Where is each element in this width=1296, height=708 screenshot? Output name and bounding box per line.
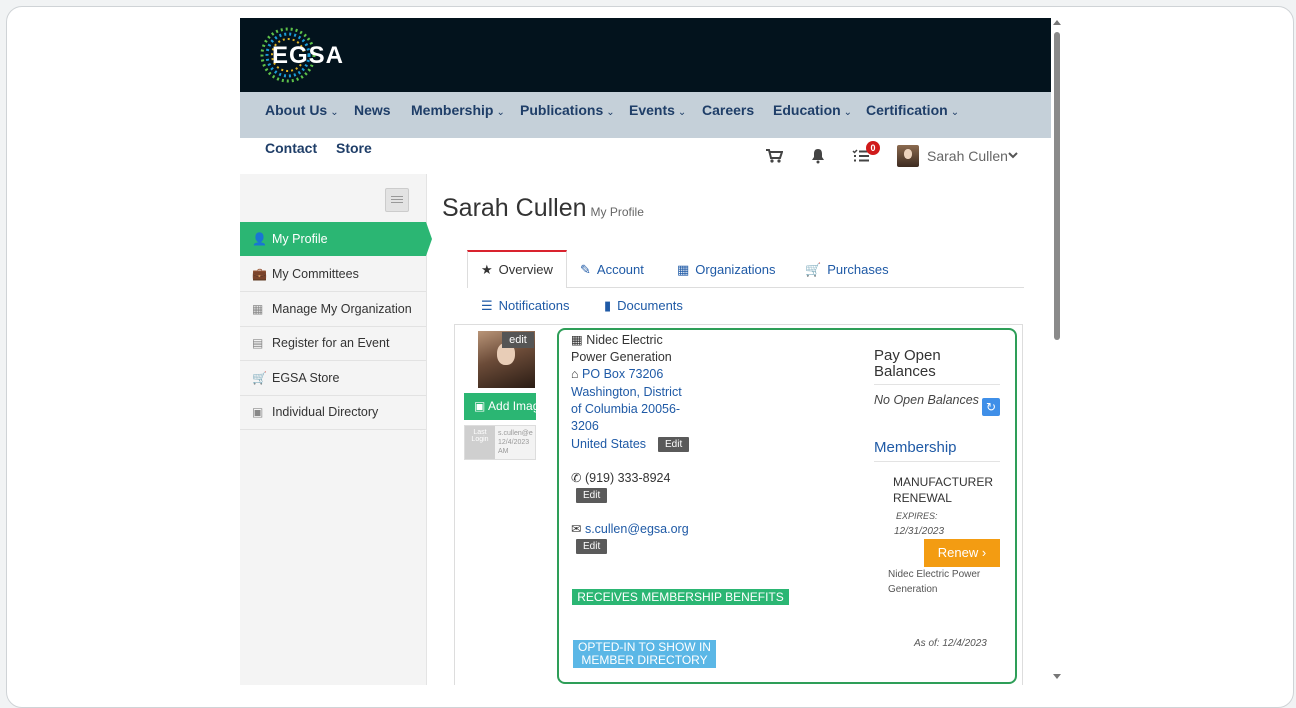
membership-organization: Nidec Electric Power Generation — [888, 569, 981, 595]
photo-edit-button[interactable]: edit — [502, 332, 534, 348]
phone-icon: ✆ — [571, 471, 585, 485]
add-image-button[interactable]: ▣ Add Image — [464, 393, 536, 420]
scroll-down-arrow-icon[interactable] — [1053, 674, 1061, 679]
chevron-right-icon: › — [981, 545, 987, 560]
documents-icon: ▮ — [604, 298, 612, 313]
sidebar-item-my-profile[interactable]: 👤 My Profile — [240, 222, 426, 256]
calendar-icon: ▤ — [252, 336, 264, 350]
refresh-icon[interactable]: ↻ — [982, 398, 1000, 416]
page-title: Sarah Cullen My Profile — [442, 194, 644, 222]
sidebar-item-individual-directory[interactable]: ▣ Individual Directory — [240, 395, 426, 430]
membership-title: Membership — [874, 439, 957, 456]
site-viewport: EGSA About Us ⌄ News Membership ⌄ Publicat… — [240, 18, 1051, 685]
nav-membership[interactable]: Membership ⌄ — [411, 102, 505, 118]
bell-icon[interactable] — [811, 148, 825, 164]
building-icon: ▦ — [677, 262, 690, 277]
cart-icon: 🛒 — [805, 262, 822, 277]
last-login-label: Last Login — [465, 426, 495, 459]
sidebar: 👤 My Profile 💼 My Committees ▦ Manage My… — [240, 174, 427, 685]
building-icon: ▦ — [571, 333, 587, 347]
tab-notifications[interactable]: ☰ Notifications — [481, 298, 569, 314]
edit-email-button[interactable]: Edit — [576, 539, 608, 554]
chevron-down-icon: ⌄ — [677, 107, 687, 118]
scrollbar-thumb[interactable] — [1054, 32, 1060, 340]
tab-purchases[interactable]: 🛒 Purchases — [805, 262, 889, 278]
address-country[interactable]: United States — [571, 436, 646, 453]
pay-open-balances-title: Pay Open Balances — [874, 347, 941, 380]
edit-icon: ✎ — [580, 262, 591, 277]
directory-opt-in-badge: OPTED-IN TO SHOW IN MEMBER DIRECTORY — [573, 640, 716, 668]
sidebar-item-register-event[interactable]: ▤ Register for an Event — [240, 326, 426, 361]
page-subtitle: My Profile — [590, 205, 644, 219]
list-icon: ☰ — [481, 298, 493, 313]
nav-publications[interactable]: Publications ⌄ — [520, 102, 615, 118]
sidebar-toggle-menu-icon[interactable] — [385, 188, 409, 212]
nav-events[interactable]: Events ⌄ — [629, 102, 686, 118]
chevron-down-icon: ⌄ — [843, 107, 853, 118]
tab-overview[interactable]: ★ Overview — [467, 250, 567, 288]
page-scrollbar[interactable] — [1050, 18, 1064, 685]
image-icon: ▣ — [474, 399, 489, 413]
sidebar-item-egsa-store[interactable]: 🛒 EGSA Store — [240, 361, 426, 396]
organization-name: ▦ Nidec Electric — [571, 333, 663, 347]
open-balances-status: No Open Balances — [874, 393, 979, 407]
nav-certification[interactable]: Certification ⌄ — [866, 102, 959, 118]
nav-store[interactable]: Store — [336, 140, 372, 156]
envelope-icon: ✉ — [571, 522, 585, 536]
organization-name-line2: Power Generation — [571, 350, 672, 364]
chevron-down-icon: ⌄ — [950, 107, 960, 118]
chevron-down-icon: ⌄ — [606, 107, 615, 118]
last-login-box: Last Login s.cullen@e 12/4/2023 AM — [464, 425, 536, 460]
home-icon: ⌂ — [571, 367, 583, 381]
phone-number: ✆ (919) 333-8924 — [571, 471, 671, 485]
renew-button[interactable]: Renew › — [924, 539, 1000, 567]
last-login-value: s.cullen@e 12/4/2023 AM — [498, 430, 533, 455]
edit-phone-button[interactable]: Edit — [576, 488, 608, 503]
logo-bar: EGSA — [240, 18, 1051, 92]
scroll-up-arrow-icon[interactable] — [1053, 20, 1061, 25]
nav-education[interactable]: Education ⌄ — [773, 102, 852, 118]
expires-date: 12/31/2023 — [894, 526, 945, 537]
main-nav: About Us ⌄ News Membership ⌄ Publications ⌄… — [240, 92, 1051, 138]
tab-documents[interactable]: ▮ Documents — [604, 298, 683, 314]
user-avatar[interactable] — [897, 145, 919, 167]
membership-type-line2: RENEWAL — [893, 491, 952, 505]
cart-icon: 🛒 — [252, 371, 267, 385]
membership-as-of: As of: 12/4/2023 — [914, 638, 987, 649]
address-line3[interactable]: of Columbia 20056- — [571, 401, 680, 418]
membership-benefits-badge: RECEIVES MEMBERSHIP BENEFITS — [572, 589, 789, 605]
sidebar-item-manage-organization[interactable]: ▦ Manage My Organization — [240, 292, 426, 327]
sidebar-item-my-committees[interactable]: 💼 My Committees — [240, 257, 426, 292]
task-count-badge: 0 — [866, 141, 880, 155]
tab-organizations[interactable]: ▦ Organizations — [677, 262, 776, 278]
briefcase-icon: 💼 — [252, 267, 267, 281]
user-icon: 👤 — [252, 232, 267, 246]
nav-news[interactable]: News — [354, 102, 391, 118]
chevron-down-icon: ⌄ — [496, 107, 505, 118]
address-line2[interactable]: Washington, District — [571, 384, 682, 401]
membership-divider — [874, 461, 1000, 462]
sidebar-active-arrow — [426, 222, 432, 256]
nav-about-us[interactable]: About Us ⌄ — [265, 102, 339, 118]
address-line4[interactable]: 3206 — [571, 418, 599, 435]
balances-divider — [874, 384, 1000, 385]
building-icon: ▦ — [252, 302, 264, 316]
logo-text: EGSA — [272, 42, 345, 69]
star-icon: ★ — [481, 262, 493, 277]
nav-contact[interactable]: Contact — [265, 140, 317, 156]
chevron-down-icon: ⌄ — [330, 107, 339, 118]
cart-icon[interactable] — [765, 148, 783, 164]
membership-type-line1: MANUFACTURER — [893, 475, 994, 489]
edit-address-button[interactable]: Edit — [658, 437, 690, 452]
email-address[interactable]: ✉ s.cullen@egsa.org — [571, 521, 689, 538]
tab-account[interactable]: ✎ Account — [580, 262, 644, 278]
nav-careers[interactable]: Careers — [702, 102, 754, 118]
address-line1[interactable]: ⌂ PO Box 73206 — [571, 366, 663, 383]
chevron-down-icon[interactable] — [1008, 152, 1018, 160]
book-icon: ▣ — [252, 405, 264, 419]
user-menu-name[interactable]: Sarah Cullen — [927, 148, 1008, 164]
